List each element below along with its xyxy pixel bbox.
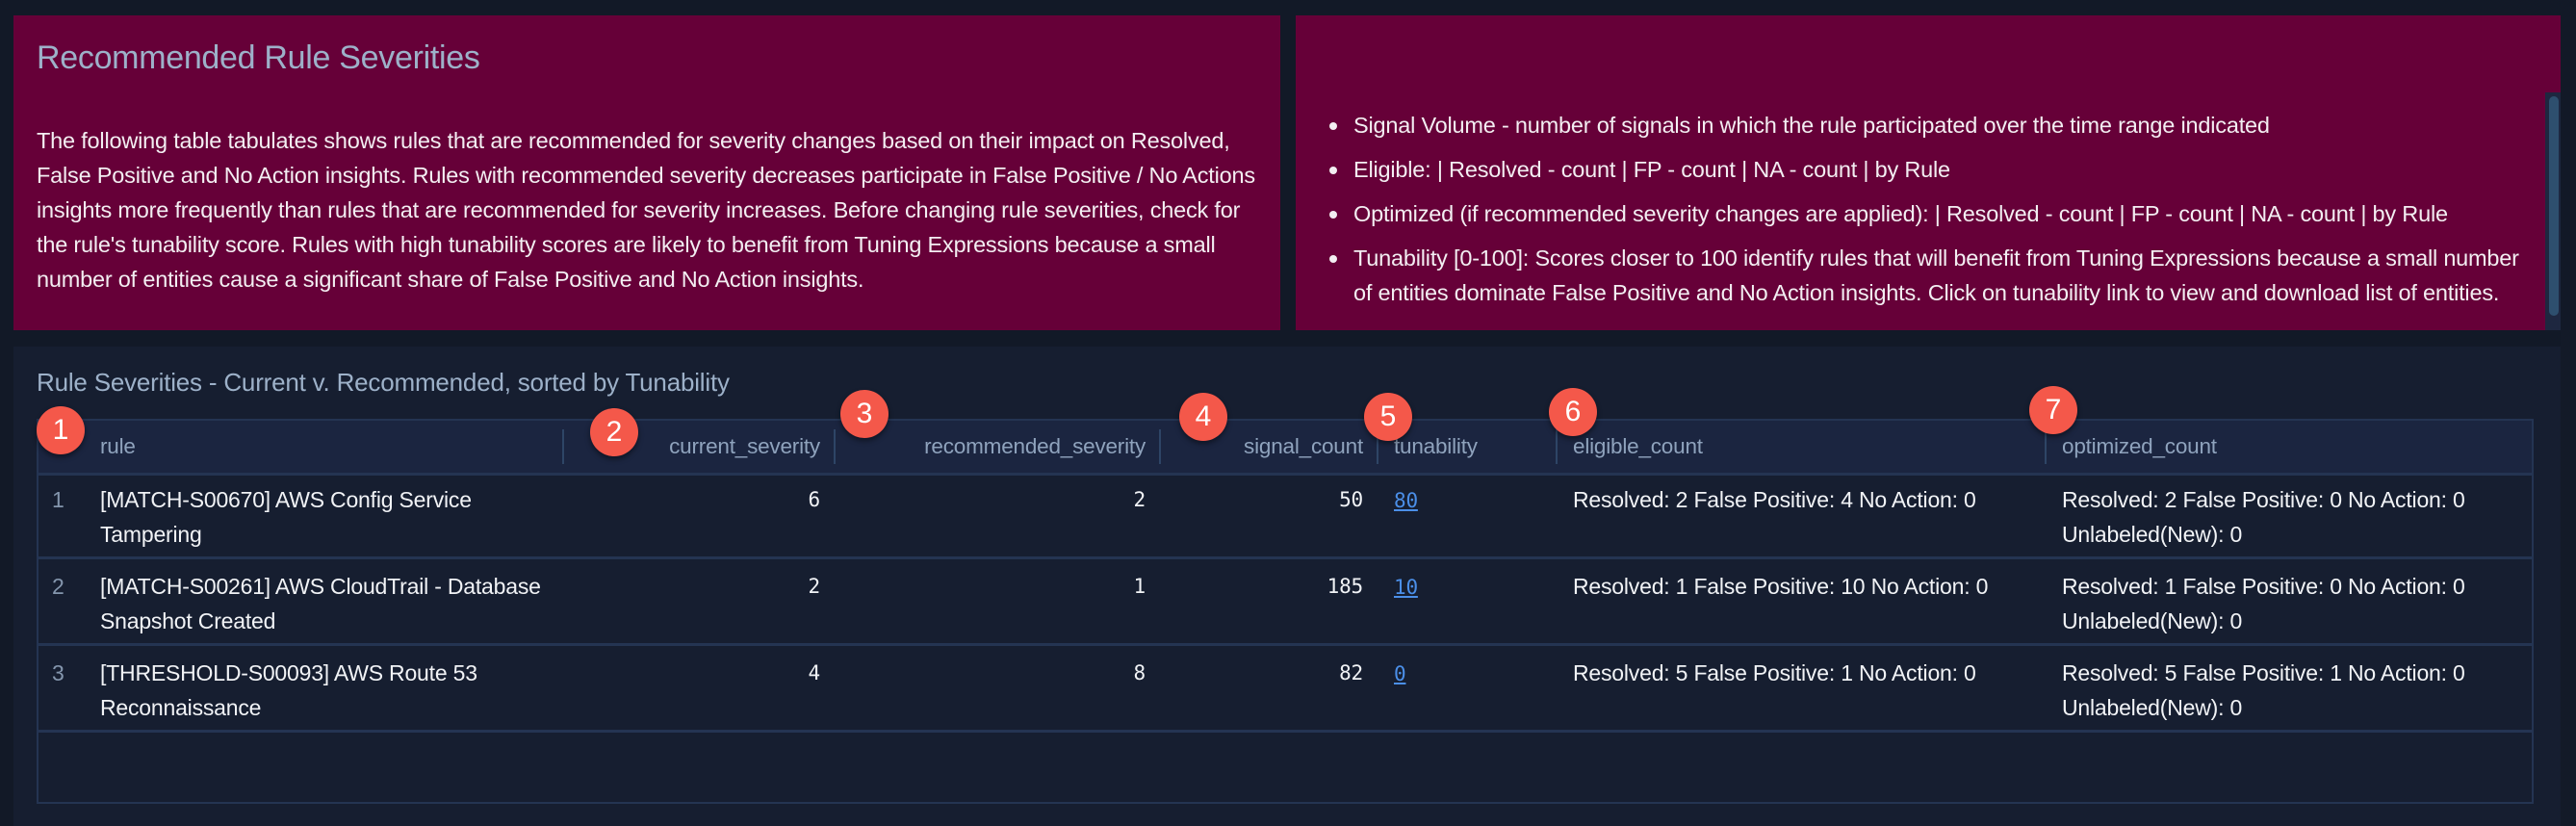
tunability-cell: 80: [1378, 482, 1556, 518]
table-header: rule current_severity recommended_severi…: [39, 421, 2532, 476]
legend-item-eligible: Eligible: | Resolved - count | FP - coun…: [1329, 152, 2528, 187]
rule-name: [MATCH-S00670] AWS Config Service Tamper…: [100, 487, 472, 547]
rules-table: rule current_severity recommended_severi…: [37, 419, 2534, 804]
legend-item-signal-volume: Signal Volume - number of signals in whi…: [1329, 108, 2528, 142]
recommended-severity: 8: [1133, 661, 1146, 684]
annotation-badge: 2: [590, 408, 638, 456]
column-header-rule[interactable]: rule: [87, 421, 568, 473]
tunability-link[interactable]: 80: [1394, 489, 1418, 512]
column-header-eligible-count[interactable]: eligible_count: [1558, 421, 2045, 473]
column-header-optimized-count[interactable]: optimized_count: [2047, 421, 2528, 473]
annotation-badge: 3: [840, 390, 889, 438]
rule-name: [THRESHOLD-S00093] AWS Route 53 Reconnai…: [100, 660, 477, 720]
tunability-cell: 0: [1378, 656, 1556, 691]
signal-count: 50: [1339, 488, 1363, 511]
table-row[interactable]: 1 [MATCH-S00670] AWS Config Service Tamp…: [39, 473, 2532, 559]
optimized-count: Resolved: 2 False Positive: 0 No Action:…: [2062, 487, 2465, 547]
table-row[interactable]: 3 [THRESHOLD-S00093] AWS Route 53 Reconn…: [39, 646, 2532, 733]
legend-scrollbar-thumb[interactable]: [2549, 96, 2559, 316]
table-title: Rule Severities - Current v. Recommended…: [37, 368, 730, 397]
annotation-badge: 4: [1179, 393, 1227, 441]
annotation-badge: 6: [1549, 388, 1597, 436]
row-index: 3: [52, 660, 64, 685]
info-panel: Recommended Rule Severities The followin…: [13, 15, 1280, 330]
tunability-link[interactable]: 0: [1394, 662, 1406, 685]
tunability-link[interactable]: 10: [1394, 576, 1418, 599]
eligible-count: Resolved: 1 False Positive: 10 No Action…: [1573, 574, 1989, 599]
tunability-cell: 10: [1378, 569, 1556, 605]
table-row[interactable]: 2 [MATCH-S00261] AWS CloudTrail - Databa…: [39, 559, 2532, 646]
eligible-count: Resolved: 5 False Positive: 1 No Action:…: [1573, 660, 1976, 685]
current-severity: 2: [808, 575, 821, 598]
table-panel: Rule Severities - Current v. Recommended…: [13, 347, 2561, 826]
page-scrollbar-track[interactable]: [2561, 330, 2576, 826]
annotation-badge: 5: [1364, 393, 1412, 441]
recommended-severity: 2: [1133, 488, 1146, 511]
current-severity: 6: [808, 488, 821, 511]
panel-description: The following table tabulates shows rule…: [37, 128, 1255, 292]
optimized-count: Resolved: 1 False Positive: 0 No Action:…: [2062, 574, 2465, 633]
panel-title: Recommended Rule Severities: [37, 39, 480, 76]
column-header-recommended-severity[interactable]: recommended_severity: [836, 421, 1159, 473]
legend-item-tunability: Tunability [0-100]: Scores closer to 100…: [1329, 241, 2528, 310]
recommended-severity: 1: [1133, 575, 1146, 598]
eligible-count: Resolved: 2 False Positive: 4 No Action:…: [1573, 487, 1976, 512]
annotation-badge: 1: [37, 406, 85, 454]
signal-count: 185: [1327, 575, 1364, 598]
legend-list: Signal Volume - number of signals in whi…: [1296, 108, 2528, 320]
row-index: 1: [52, 487, 64, 512]
rule-name: [MATCH-S00261] AWS CloudTrail - Database…: [100, 574, 541, 633]
legend-item-optimized: Optimized (if recommended severity chang…: [1329, 196, 2528, 231]
annotation-badge: 7: [2029, 386, 2077, 434]
legend-panel: Signal Volume - number of signals in whi…: [1296, 15, 2561, 330]
signal-count: 82: [1339, 661, 1363, 684]
current-severity: 4: [808, 661, 821, 684]
row-index: 2: [52, 574, 64, 599]
optimized-count: Resolved: 5 False Positive: 1 No Action:…: [2062, 660, 2465, 720]
